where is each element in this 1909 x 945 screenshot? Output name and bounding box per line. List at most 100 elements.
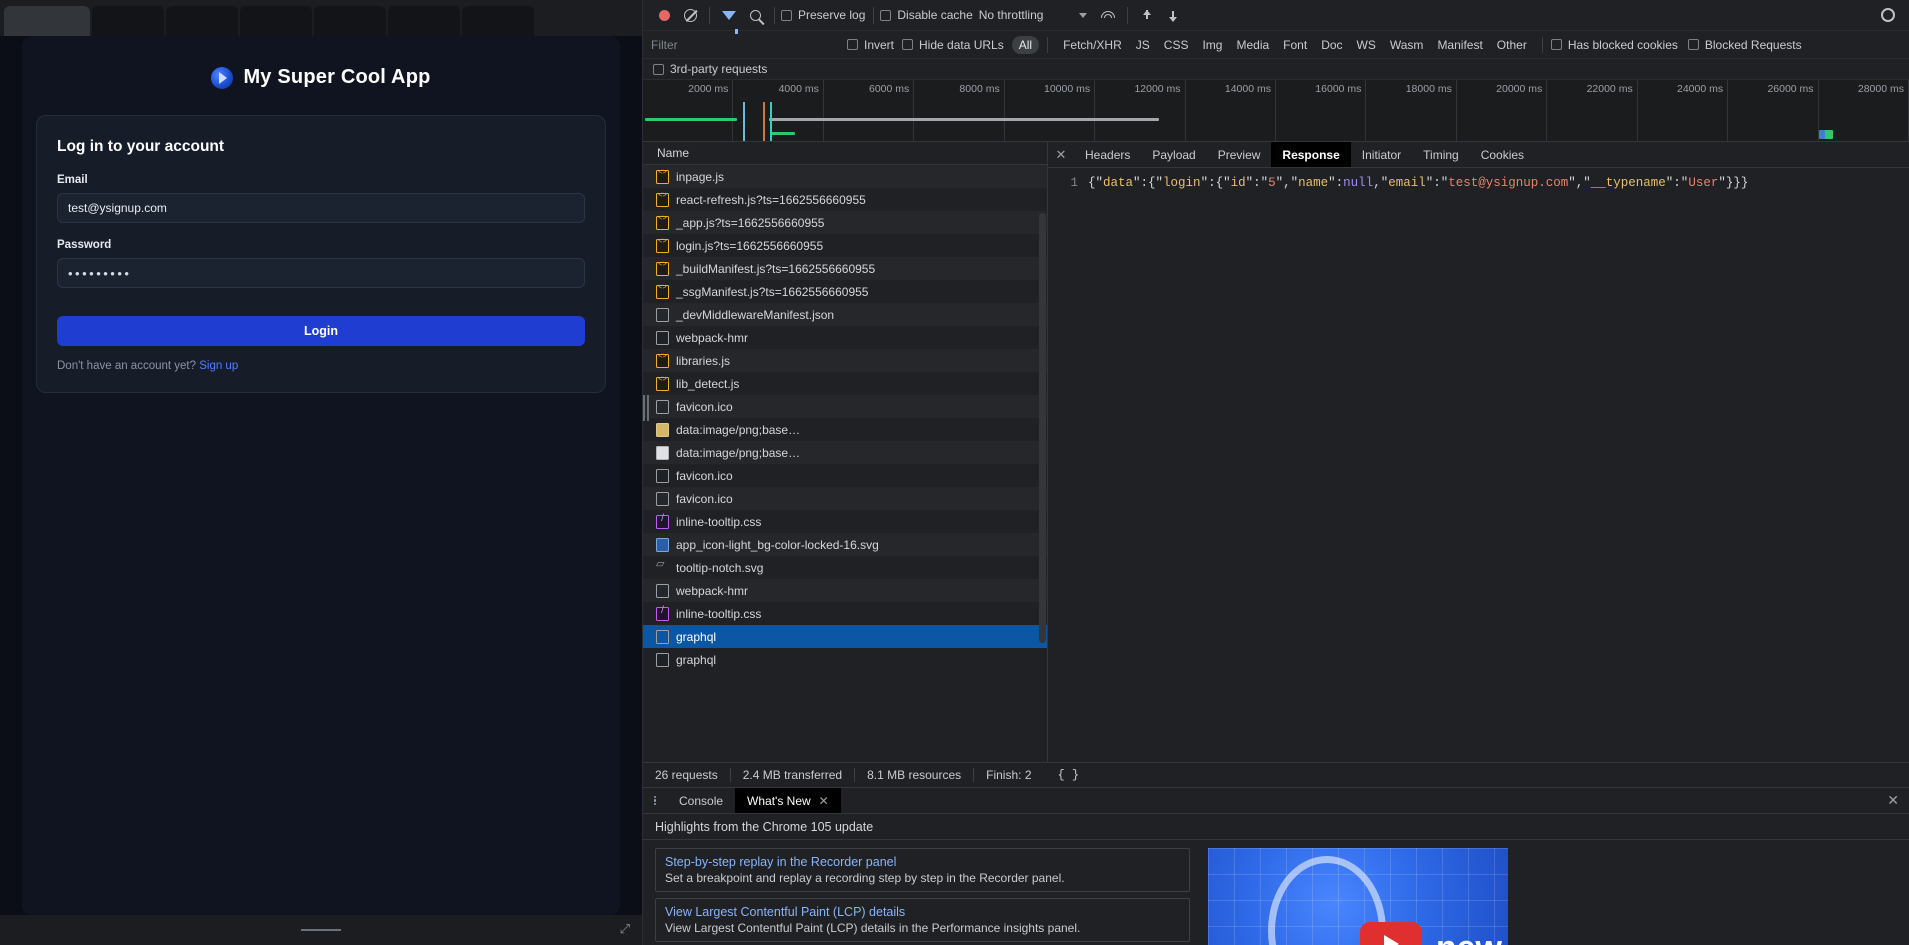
download-har-icon bbox=[1167, 9, 1180, 22]
disable-cache-checkbox[interactable]: Disable cache bbox=[880, 8, 973, 22]
request-row[interactable]: favicon.ico bbox=[643, 395, 1047, 418]
whats-new-video-thumbnail[interactable]: new bbox=[1208, 848, 1508, 945]
type-filter-img[interactable]: Img bbox=[1195, 36, 1229, 54]
overview-tick-label: 4000 ms bbox=[778, 83, 819, 95]
drawer-tab-console[interactable]: Console bbox=[667, 788, 735, 813]
tab-cookies[interactable]: Cookies bbox=[1470, 142, 1535, 167]
type-filter-doc[interactable]: Doc bbox=[1314, 36, 1349, 54]
tab-payload[interactable]: Payload bbox=[1141, 142, 1206, 167]
email-input[interactable]: test@ysignup.com bbox=[57, 193, 585, 223]
request-row[interactable]: favicon.ico bbox=[643, 487, 1047, 510]
request-row[interactable]: lib_detect.js bbox=[643, 372, 1047, 395]
request-row[interactable]: data:image/png;base… bbox=[643, 418, 1047, 441]
browser-tab[interactable] bbox=[240, 6, 312, 36]
close-details-icon[interactable]: ✕ bbox=[1048, 142, 1074, 167]
request-row[interactable]: tooltip-notch.svg bbox=[643, 556, 1047, 579]
request-row[interactable]: inline-tooltip.css bbox=[643, 602, 1047, 625]
play-button-icon[interactable] bbox=[1360, 922, 1422, 945]
tab-response[interactable]: Response bbox=[1271, 142, 1351, 167]
type-filter-font[interactable]: Font bbox=[1276, 36, 1314, 54]
signup-link[interactable]: Sign up bbox=[199, 360, 238, 372]
whats-new-item[interactable]: View Largest Contentful Paint (LCP) deta… bbox=[655, 898, 1190, 942]
tab-timing[interactable]: Timing bbox=[1412, 142, 1470, 167]
requests-list[interactable]: inpage.js react-refresh.js?ts=16625566609… bbox=[643, 165, 1047, 762]
request-row[interactable]: react-refresh.js?ts=1662556660955 bbox=[643, 188, 1047, 211]
request-row[interactable]: favicon.ico bbox=[643, 464, 1047, 487]
browser-tab[interactable] bbox=[166, 6, 238, 36]
type-filter-other[interactable]: Other bbox=[1490, 36, 1534, 54]
request-row[interactable]: libraries.js bbox=[643, 349, 1047, 372]
tab-headers[interactable]: Headers bbox=[1074, 142, 1141, 167]
request-row[interactable]: _app.js?ts=1662556660955 bbox=[643, 211, 1047, 234]
request-row[interactable]: _buildManifest.js?ts=1662556660955 bbox=[643, 257, 1047, 280]
close-drawer-icon[interactable]: ✕ bbox=[1877, 788, 1909, 813]
drawer-tab-whats-new[interactable]: What's New ✕ bbox=[735, 788, 841, 813]
throttling-select[interactable]: No throttling bbox=[979, 8, 1088, 22]
json-token: __typename bbox=[1590, 176, 1666, 190]
tab-preview[interactable]: Preview bbox=[1207, 142, 1272, 167]
settings-button[interactable] bbox=[1875, 3, 1901, 27]
type-filter-ws[interactable]: WS bbox=[1350, 36, 1383, 54]
response-body[interactable]: 1 {"data":{"login":{"id":"5","name":null… bbox=[1048, 168, 1909, 762]
request-row[interactable]: data:image/png;base… bbox=[643, 441, 1047, 464]
browser-tab[interactable] bbox=[462, 6, 534, 36]
requests-drag-grip[interactable] bbox=[643, 395, 649, 421]
preserve-log-checkbox[interactable]: Preserve log bbox=[781, 8, 865, 22]
devtools-drawer: Console What's New ✕ ✕ Highlights from t… bbox=[643, 788, 1909, 945]
type-filter-js[interactable]: JS bbox=[1129, 36, 1157, 54]
whats-new-item-title[interactable]: View Largest Contentful Paint (LCP) deta… bbox=[665, 905, 1180, 919]
blocked-requests-checkbox[interactable]: Blocked Requests bbox=[1687, 38, 1802, 52]
type-filter-fetch-xhr[interactable]: Fetch/XHR bbox=[1056, 36, 1129, 54]
request-name: inpage.js bbox=[676, 169, 725, 184]
requests-column-header[interactable]: Name bbox=[643, 142, 1047, 165]
record-button[interactable] bbox=[651, 3, 677, 27]
invert-checkbox[interactable]: Invert bbox=[847, 38, 894, 52]
clear-button[interactable] bbox=[677, 3, 703, 27]
request-row[interactable]: inline-tooltip.css bbox=[643, 510, 1047, 533]
overview-tick-label: 10000 ms bbox=[1044, 83, 1091, 95]
email-field-block: Email test@ysignup.com bbox=[57, 174, 585, 223]
network-conditions-button[interactable] bbox=[1095, 3, 1121, 27]
browser-tab[interactable] bbox=[388, 6, 460, 36]
whats-new-body: Step-by-step replay in the Recorder pane… bbox=[643, 840, 1909, 945]
request-row[interactable]: inpage.js bbox=[643, 165, 1047, 188]
viewport-corner-resize-icon[interactable]: ⤢ bbox=[620, 921, 630, 937]
request-row[interactable]: _ssgManifest.js?ts=1662556660955 bbox=[643, 280, 1047, 303]
network-overview-timeline[interactable]: 2000 ms 4000 ms 6000 ms 8000 ms 10000 ms 1200… bbox=[643, 80, 1909, 142]
drawer-more-icon[interactable] bbox=[643, 788, 667, 813]
request-row[interactable]: _devMiddlewareManifest.json bbox=[643, 303, 1047, 326]
pretty-print-button[interactable]: { } bbox=[1044, 768, 1080, 782]
import-har-button[interactable] bbox=[1134, 3, 1160, 27]
type-filter-media[interactable]: Media bbox=[1229, 36, 1276, 54]
login-button[interactable]: Login bbox=[57, 316, 585, 346]
type-filter-all[interactable]: All bbox=[1011, 35, 1040, 54]
has-blocked-cookies-checkbox[interactable]: Has blocked cookies bbox=[1550, 38, 1678, 52]
json-token: ," bbox=[1373, 176, 1389, 190]
browser-tab[interactable] bbox=[314, 6, 386, 36]
overview-tick-label: 6000 ms bbox=[868, 83, 910, 95]
request-row[interactable]: webpack-hmr bbox=[643, 579, 1047, 602]
browser-tab[interactable] bbox=[92, 6, 164, 36]
viewport-resize-handle[interactable] bbox=[301, 929, 341, 931]
requests-scrollbar[interactable] bbox=[1039, 213, 1046, 643]
hide-data-urls-checkbox[interactable]: Hide data URLs bbox=[902, 38, 1004, 52]
type-filter-manifest[interactable]: Manifest bbox=[1430, 36, 1489, 54]
type-filter-wasm[interactable]: Wasm bbox=[1383, 36, 1431, 54]
browser-tab-active[interactable] bbox=[4, 6, 90, 36]
third-party-requests-checkbox[interactable]: 3rd-party requests bbox=[653, 62, 767, 76]
password-input[interactable]: ••••••••• bbox=[57, 258, 585, 288]
filter-toggle-button[interactable] bbox=[716, 3, 742, 34]
search-button[interactable] bbox=[742, 3, 768, 27]
export-har-button[interactable] bbox=[1160, 3, 1186, 27]
request-row[interactable]: graphql bbox=[643, 648, 1047, 671]
request-row[interactable]: app_icon-light_bg-color-locked-16.svg bbox=[643, 533, 1047, 556]
whats-new-item[interactable]: Step-by-step replay in the Recorder pane… bbox=[655, 848, 1190, 892]
whats-new-item-title[interactable]: Step-by-step replay in the Recorder pane… bbox=[665, 855, 1180, 869]
close-icon[interactable]: ✕ bbox=[819, 794, 829, 808]
tab-initiator[interactable]: Initiator bbox=[1351, 142, 1412, 167]
request-row[interactable]: login.js?ts=1662556660955 bbox=[643, 234, 1047, 257]
request-row[interactable]: graphql bbox=[643, 625, 1047, 648]
filter-input[interactable] bbox=[651, 34, 847, 55]
type-filter-css[interactable]: CSS bbox=[1157, 36, 1196, 54]
request-row[interactable]: webpack-hmr bbox=[643, 326, 1047, 349]
